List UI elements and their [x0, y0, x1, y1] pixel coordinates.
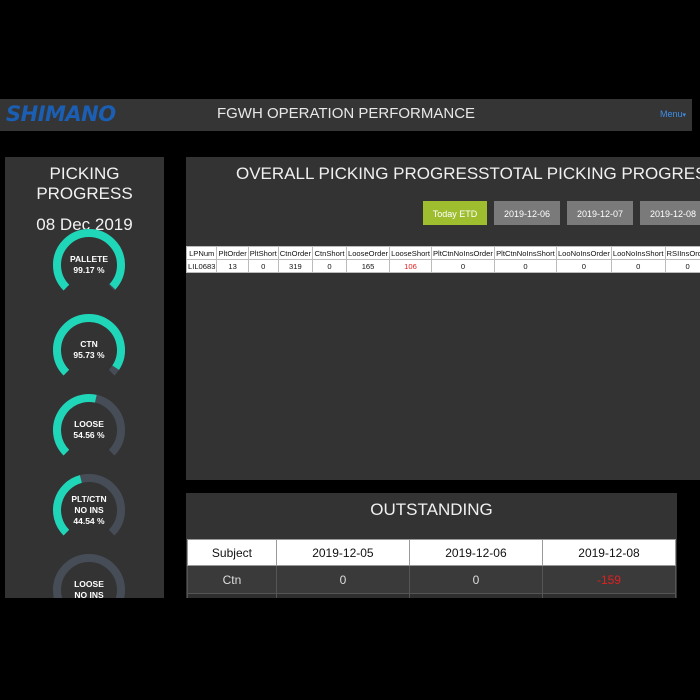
- menu-label: Menu: [659, 109, 683, 119]
- date-button-2019-12-06[interactable]: 2019-12-06: [494, 201, 560, 225]
- gauge-label: LOOSE NO INS: [49, 579, 129, 598]
- overall-picking-panel: OVERALL PICKING PROGRESSTOTAL PICKING PR…: [186, 157, 700, 480]
- outstanding-value-cell: -120: [541, 593, 677, 598]
- gauge-label: CTN 95.73 %: [49, 339, 129, 361]
- outstanding-subject-cell: Ctn: [187, 565, 277, 594]
- outstanding-value-cell: -159: [541, 565, 677, 594]
- report-column-header: LooNoInsShort: [610, 246, 666, 260]
- report-cell: 0: [493, 259, 557, 273]
- gauge-label-line: LOOSE: [74, 419, 104, 429]
- report-cell: LIL0683: [186, 259, 218, 273]
- outstanding-value-cell: -172: [408, 593, 543, 598]
- outstanding-subject-cell: Loose: [187, 593, 277, 598]
- outstanding-row[interactable]: Ctn 0 0 -159: [187, 565, 677, 594]
- report-column-header: PltShort: [247, 246, 279, 260]
- gauge-label: PALLETE 99.17 %: [49, 254, 129, 276]
- date-button-2019-12-07[interactable]: 2019-12-07: [567, 201, 633, 225]
- report-cell: 319: [277, 259, 313, 273]
- today-etd-button[interactable]: Today ETD: [423, 201, 487, 225]
- gauge-label-line: NO INS: [74, 504, 104, 515]
- report-cell: 0: [430, 259, 495, 273]
- outstanding-value-cell: -107: [275, 593, 410, 598]
- date-button-2019-12-08[interactable]: 2019-12-08: [640, 201, 700, 225]
- gauge-2: LOOSE 54.56 %: [49, 390, 129, 460]
- report-column-header: PltOrder: [216, 246, 249, 260]
- report-column-header: LooNoInsOrder: [555, 246, 612, 260]
- report-header-row: LPNum PltOrder PltShort CtnOrder CtnShort Loo…: [186, 246, 700, 260]
- menu-dropdown[interactable]: Menu▾: [660, 109, 686, 119]
- report-cell: 165: [345, 259, 391, 273]
- report-cell: 0: [555, 259, 612, 273]
- report-column-header: CtnOrder: [277, 246, 313, 260]
- outstanding-title: OUTSTANDING: [370, 500, 493, 519]
- overall-picking-title: OVERALL PICKING PROGRESSTOTAL PICKING PR…: [236, 164, 700, 183]
- outstanding-table: Subject 2019-12-05 2019-12-06 2019-12-08 Ct…: [187, 539, 677, 598]
- outstanding-value-cell: 0: [408, 565, 543, 594]
- report-cell: 13: [216, 259, 249, 273]
- gauge-label-line: 99.17 %: [73, 265, 105, 275]
- report-column-header: LPNum: [186, 246, 218, 260]
- gauge-label: LOOSE 54.56 %: [49, 419, 129, 441]
- caret-down-icon: ▾: [682, 112, 686, 119]
- app-title: FGWH OPERATION PERFORMANCE: [216, 105, 476, 122]
- outstanding-row[interactable]: Loose-107-172-120: [187, 593, 677, 598]
- gauge-0: PALLETE 99.17 %: [49, 225, 129, 295]
- picking-progress-panel: PICKING PROGRESS 08 Dec 2019 PALLETE 99.1…: [5, 157, 164, 598]
- outstanding-column-header: Subject: [187, 539, 277, 566]
- report-column-header: LooseOrder: [345, 246, 391, 260]
- outstanding-header-row: Subject 2019-12-05 2019-12-06 2019-12-08: [187, 539, 677, 566]
- gauge-label-line: 44.54 %: [73, 515, 105, 526]
- report-row[interactable]: LIL06831303190165106000000: [186, 259, 700, 273]
- top-navbar: SHIMANO FGWH OPERATION PERFORMANCE Menu▾: [0, 99, 692, 131]
- outstanding-column-header: 2019-12-06: [408, 539, 543, 566]
- report-cell: 106: [389, 259, 432, 273]
- gauge-label-line: PLT/CTN: [71, 493, 107, 504]
- report-column-header: PltCtnNoInsShort: [493, 246, 557, 260]
- report-cell: 0: [311, 259, 347, 273]
- gauge-label-line: NO INS: [74, 590, 104, 598]
- report-cell: 0: [247, 259, 279, 273]
- outstanding-panel: OUTSTANDING Subject 2019-12-05 2019-12-06 2…: [186, 493, 677, 598]
- gauge-label-line: LOOSE: [74, 579, 104, 589]
- report-column-header: LooseShort: [389, 246, 432, 260]
- gauge-3: PLT/CTN NO INS 44.54 %: [49, 470, 129, 540]
- picking-report-table: LPNum PltOrder PltShort CtnOrder CtnShort Loo…: [186, 246, 700, 273]
- gauge-label: PLT/CTN NO INS 44.54 %: [49, 494, 129, 527]
- outstanding-column-header: 2019-12-05: [275, 539, 410, 566]
- screen: SHIMANO FGWH OPERATION PERFORMANCE Menu▾…: [0, 0, 700, 700]
- gauge-label-line: 95.73 %: [73, 350, 105, 360]
- gauge-4: LOOSE NO INS: [49, 550, 129, 598]
- report-column-header: CtnShort: [311, 246, 347, 260]
- gauge-label-line: 54.56 %: [73, 430, 105, 440]
- outstanding-column-header: 2019-12-08: [541, 539, 677, 566]
- report-column-header: PltCtnNoInsOrder: [430, 246, 495, 260]
- outstanding-value-cell: 0: [275, 565, 410, 594]
- picking-progress-title: PICKING PROGRESS: [36, 164, 133, 203]
- report-cell: 0: [610, 259, 666, 273]
- gauge-label-line: CTN: [80, 339, 98, 349]
- report-column-header: RSIInsOrder: [664, 246, 700, 260]
- report-cell: 0: [664, 259, 700, 273]
- gauge-1: CTN 95.73 %: [49, 310, 129, 380]
- gauge-label-line: PALLETE: [69, 254, 109, 264]
